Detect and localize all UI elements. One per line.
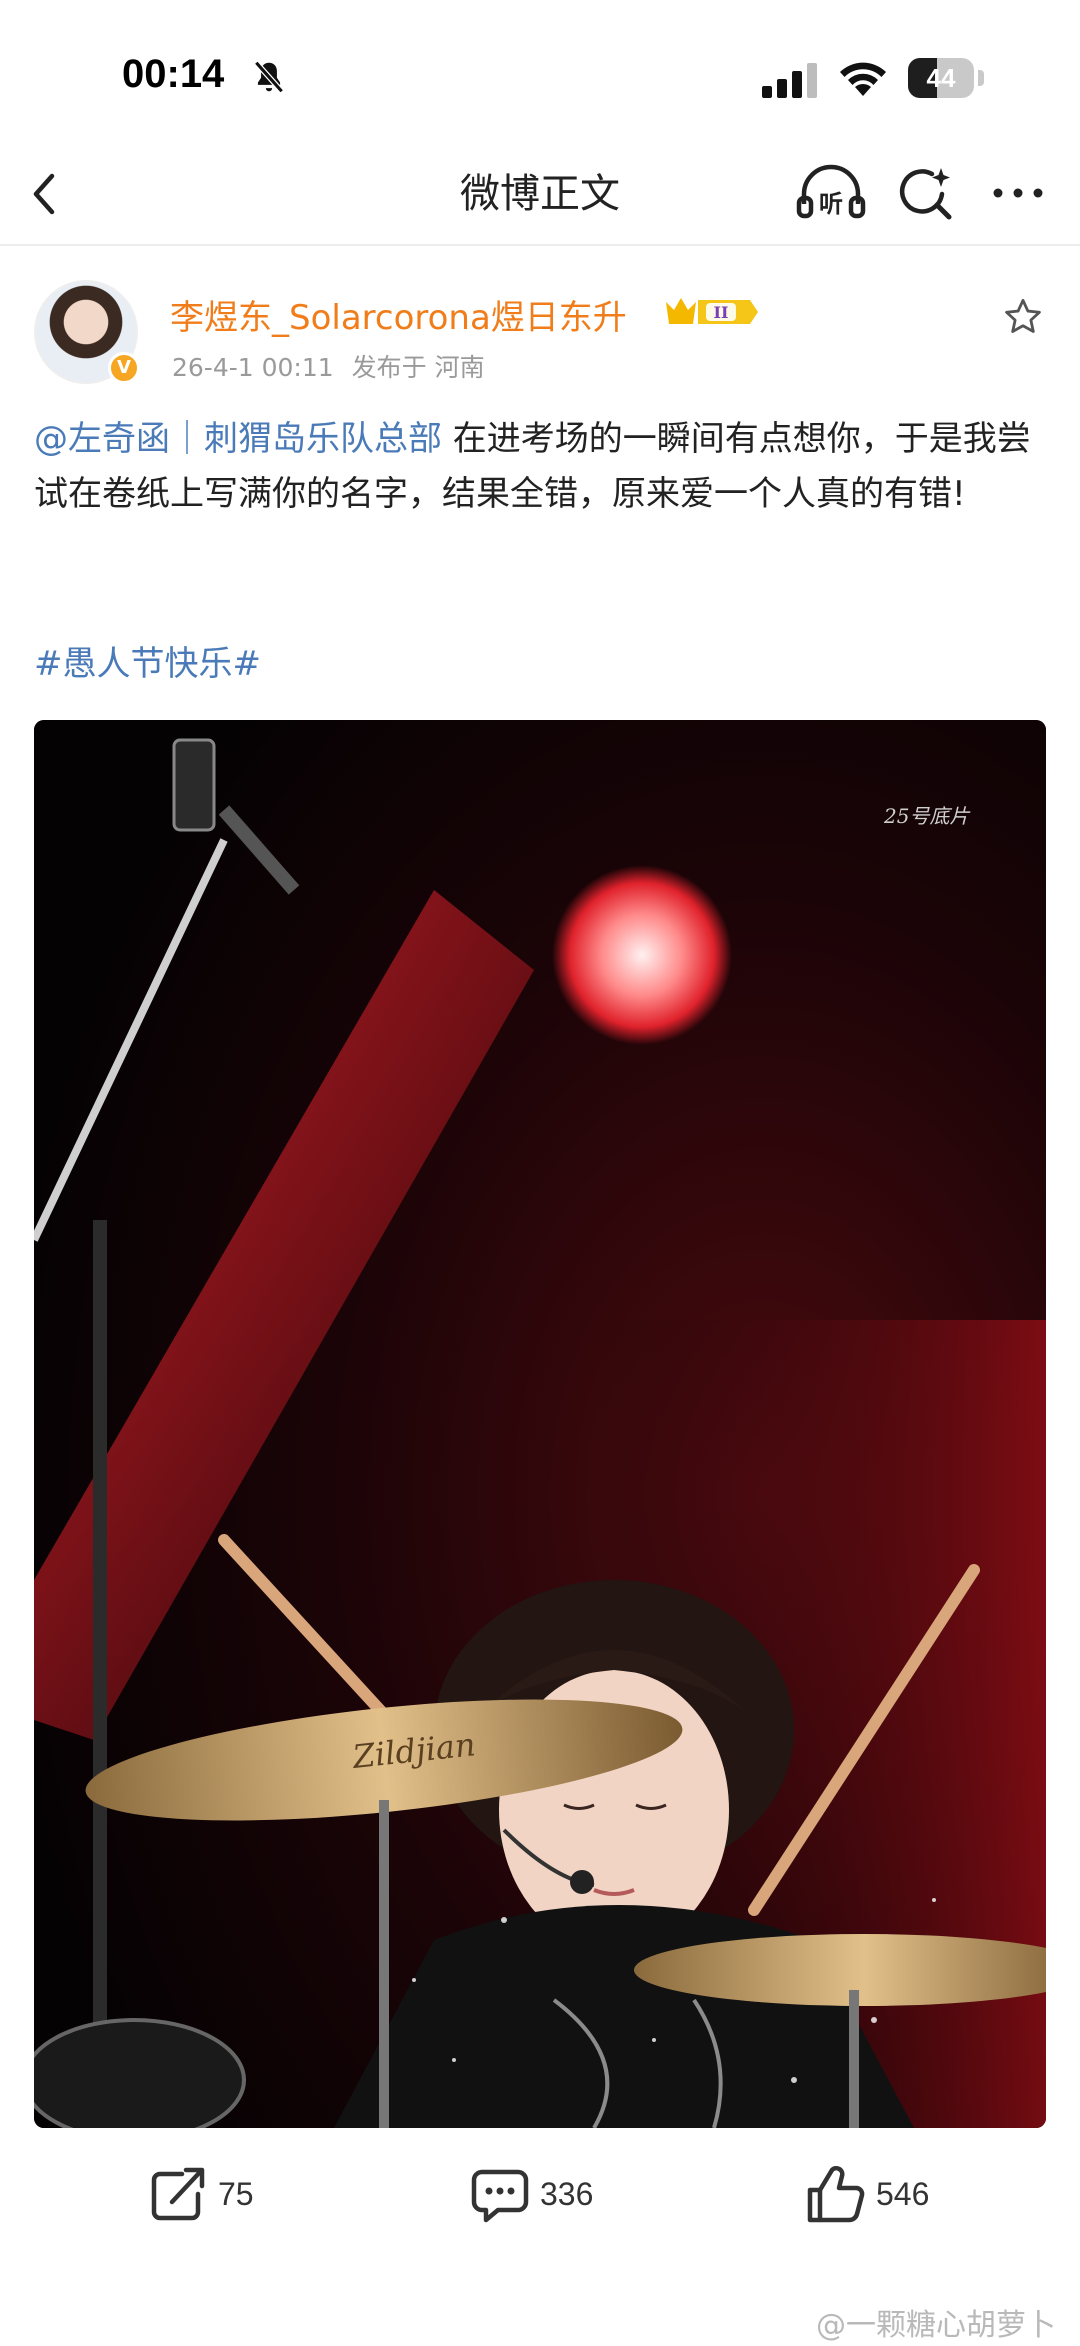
post-text: @左奇函｜刺猬岛乐队总部 在进考场的一瞬间有点想你，于是我尝试在卷纸上写满你的名… xyxy=(34,412,1049,522)
post-photo[interactable]: Zildjian xyxy=(34,720,1046,2128)
post-location: 发布于 河南 xyxy=(351,353,485,382)
post-meta: 26-4-1 00:11 发布于 河南 xyxy=(172,348,485,384)
photo-watermark: 25号底片 xyxy=(884,804,970,828)
repost-button[interactable]: 75 xyxy=(146,2164,254,2224)
mention-link[interactable]: @左奇函｜刺猬岛乐队总部 xyxy=(34,419,442,459)
wifi-icon xyxy=(840,62,886,96)
more-icon[interactable] xyxy=(990,178,1046,208)
star-icon[interactable] xyxy=(1002,296,1044,338)
vip-level: II xyxy=(714,303,729,322)
thumbs-up-icon xyxy=(807,2166,865,2223)
like-count: 546 xyxy=(876,2175,930,2212)
nav-divider xyxy=(0,244,1080,246)
author-name[interactable]: 李煜东_Solarcorona煜日东升 xyxy=(170,290,627,339)
repost-icon xyxy=(151,2167,205,2221)
drummer-photo-illustration: Zildjian xyxy=(34,720,1046,2128)
cellular-signal-icon xyxy=(762,63,817,98)
post-date: 26-4-1 00:11 xyxy=(172,353,334,382)
repost-count: 75 xyxy=(218,2175,254,2212)
like-button[interactable]: 546 xyxy=(804,2164,929,2224)
verified-mark: V xyxy=(117,357,131,378)
search-ai-icon[interactable] xyxy=(896,164,954,222)
listen-label: 听 xyxy=(819,190,843,218)
bell-mute-icon xyxy=(254,60,284,94)
listen-icon[interactable]: 听 xyxy=(796,164,866,224)
battery-cap xyxy=(978,70,984,86)
battery-icon: 44 xyxy=(908,58,974,98)
hashtag-link[interactable]: #愚人节快乐# xyxy=(34,636,261,685)
comment-button[interactable]: 336 xyxy=(468,2164,593,2224)
footer-watermark: @一颗糖心胡萝卜 xyxy=(816,2308,1056,2343)
status-time: 00:14 xyxy=(122,52,225,96)
battery-level: 44 xyxy=(926,63,956,93)
vip-crown-badge[interactable]: II xyxy=(664,294,760,330)
verified-badge: V xyxy=(108,352,140,384)
comment-count: 336 xyxy=(540,2175,594,2212)
status-bar: 00:14 44 xyxy=(0,0,1080,150)
comment-icon xyxy=(471,2169,529,2223)
